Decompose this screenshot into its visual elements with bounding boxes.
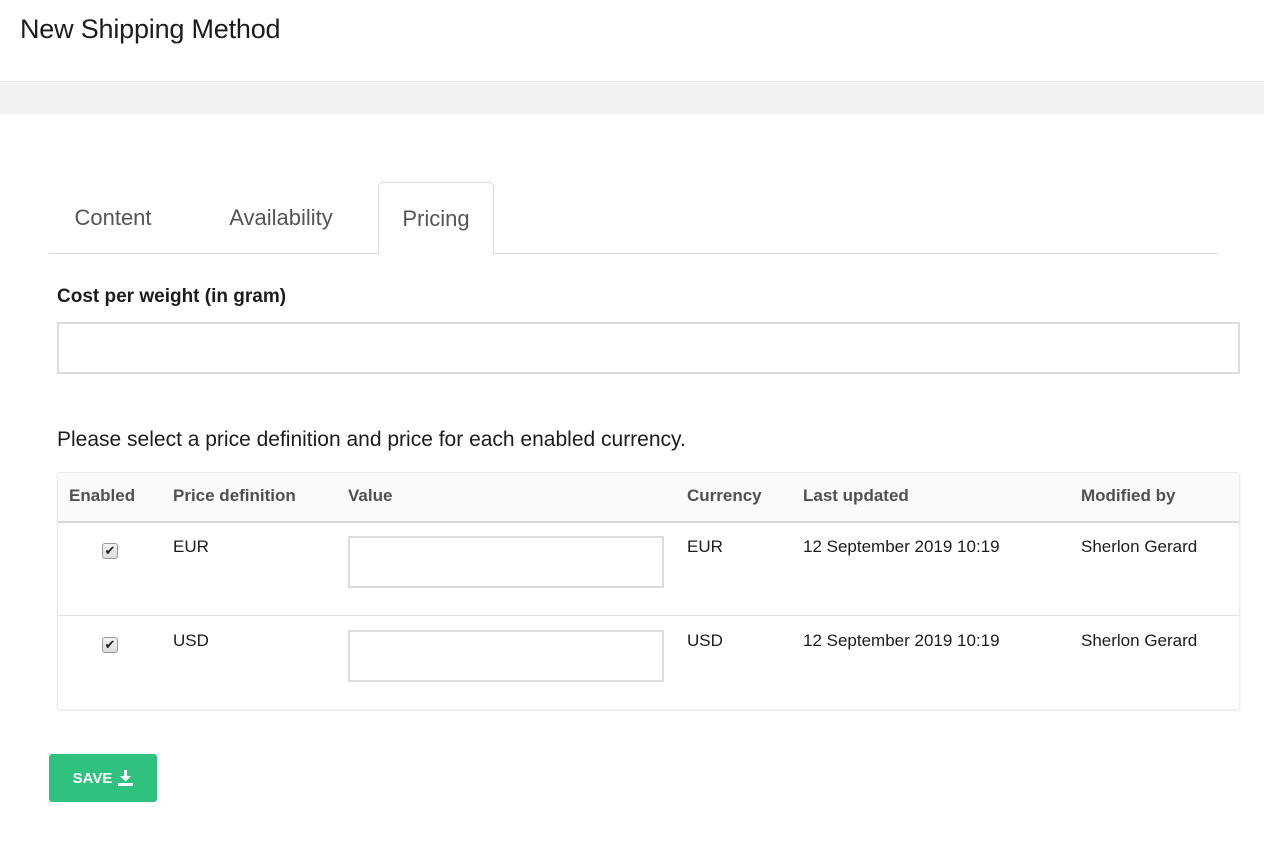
column-header-currency: Currency: [687, 486, 762, 505]
tab-content[interactable]: Content: [49, 182, 177, 254]
table-header: Enabled Price definition Value Currency …: [58, 473, 1239, 523]
tab-pricing[interactable]: Pricing: [378, 182, 494, 255]
price-value-input[interactable]: [348, 536, 664, 588]
download-icon: [118, 770, 134, 786]
save-button[interactable]: SAVE: [49, 754, 157, 802]
pricing-instruction: Please select a price definition and pri…: [57, 428, 686, 451]
column-header-enabled: Enabled: [69, 486, 136, 505]
enabled-checkbox[interactable]: ✔: [102, 637, 118, 653]
cost-per-weight-input[interactable]: [57, 322, 1240, 374]
cost-per-weight-label: Cost per weight (in gram): [57, 286, 287, 307]
page-title: New Shipping Method: [20, 14, 281, 44]
column-header-last-updated: Last updated: [803, 486, 909, 505]
enabled-checkbox[interactable]: ✔: [102, 543, 118, 559]
last-updated-cell: 12 September 2019 10:19: [803, 537, 1000, 556]
modified-by-cell: Sherlon Gerard: [1081, 537, 1198, 556]
column-header-value: Value: [348, 486, 393, 505]
column-header-price-definition: Price definition: [173, 486, 296, 505]
table-row: ✔ USD USD 12 September 2019 10:19 Sherlo…: [58, 617, 1239, 710]
price-table: Enabled Price definition Value Currency …: [57, 472, 1240, 710]
header-separator-band: [0, 83, 1264, 114]
tab-bar: Content Availability Pricing: [49, 182, 1218, 255]
price-definition-cell: EUR: [173, 537, 209, 556]
table-row: ✔ EUR EUR 12 September 2019 10:19 Sherlo…: [58, 523, 1239, 616]
price-value-input[interactable]: [348, 630, 664, 682]
last-updated-cell: 12 September 2019 10:19: [803, 631, 1000, 650]
page-header: New Shipping Method: [0, 0, 1264, 82]
tab-availability[interactable]: Availability: [201, 182, 361, 254]
column-header-modified-by: Modified by: [1081, 486, 1176, 505]
price-definition-cell: USD: [173, 631, 209, 650]
currency-cell: EUR: [687, 537, 723, 556]
currency-cell: USD: [687, 631, 723, 650]
save-button-label: SAVE: [72, 769, 113, 787]
modified-by-cell: Sherlon Gerard: [1081, 631, 1198, 650]
